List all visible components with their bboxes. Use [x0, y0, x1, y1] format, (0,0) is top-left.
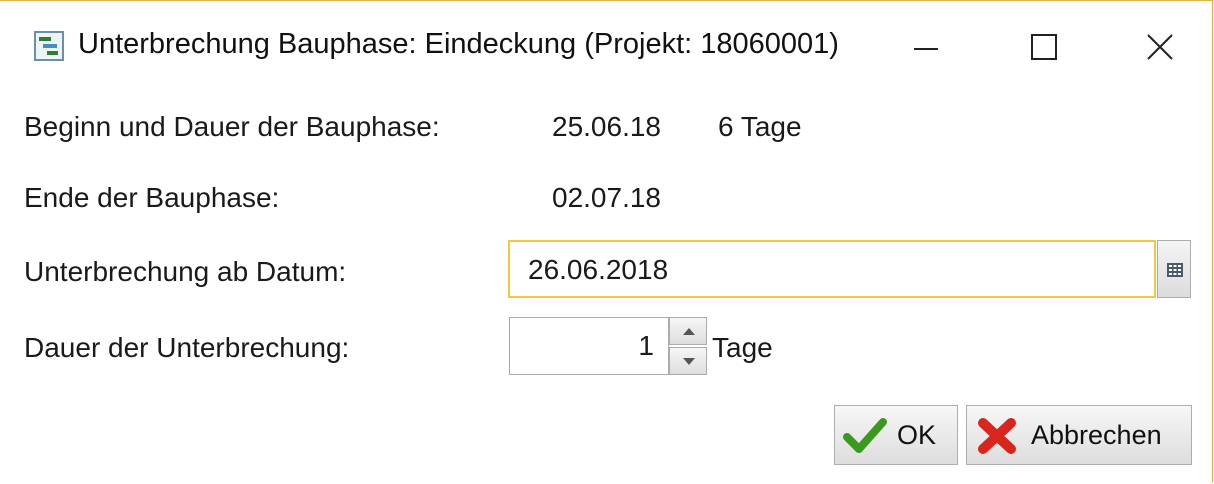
beginn-date: 25.06.18	[552, 111, 661, 142]
cancel-button-label: Abbrechen	[1031, 420, 1162, 450]
stepper-down-button[interactable]	[669, 347, 707, 375]
ab-datum-label: Unterbrechung ab Datum:	[24, 256, 347, 287]
beginn-label: Beginn und Dauer der Bauphase:	[24, 111, 440, 142]
date-input[interactable]: 26.06.2018	[508, 240, 1156, 298]
ende-date: 02.07.18	[552, 182, 661, 213]
duration-stepper[interactable]: 1	[509, 317, 669, 375]
cancel-button[interactable]: Abbrechen	[966, 405, 1192, 465]
title-bar[interactable]: Unterbrechung Bauphase: Eindeckung (Proj…	[0, 1, 1212, 97]
checkmark-icon	[843, 417, 887, 462]
minimize-button[interactable]	[896, 19, 956, 77]
gantt-app-icon[interactable]	[34, 31, 64, 61]
dauer-label: Dauer der Unterbrechung:	[24, 332, 350, 363]
red-x-icon	[975, 417, 1019, 462]
close-button[interactable]	[1128, 19, 1188, 77]
dialog-window: Unterbrechung Bauphase: Eindeckung (Proj…	[0, 0, 1213, 483]
duration-unit: Tage	[712, 332, 773, 363]
date-input-value[interactable]: 26.06.2018	[528, 254, 668, 286]
maximize-button[interactable]	[1012, 19, 1072, 77]
duration-value[interactable]: 1	[638, 330, 654, 362]
beginn-duration: 6 Tage	[718, 111, 802, 142]
ende-label: Ende der Bauphase:	[24, 182, 280, 213]
stepper-up-button[interactable]	[669, 317, 707, 345]
window-title: Unterbrechung Bauphase: Eindeckung (Proj…	[78, 28, 839, 60]
ok-button-label: OK	[897, 420, 937, 450]
ok-button[interactable]: OK	[834, 405, 958, 465]
calendar-button[interactable]	[1157, 240, 1191, 298]
